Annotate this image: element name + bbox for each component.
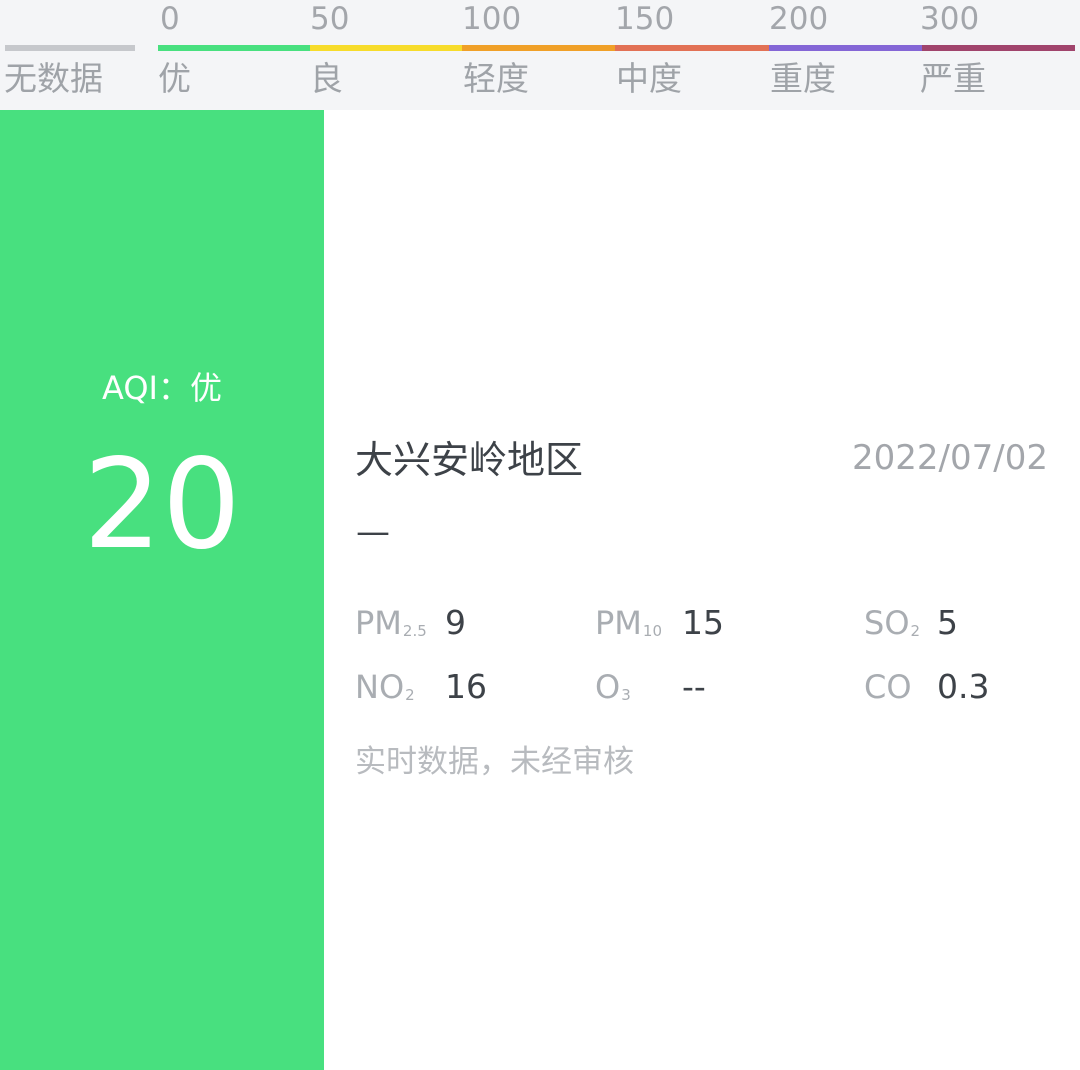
pollutant-value-co: 0.3 — [937, 667, 990, 706]
legend-tick-50: 50 — [310, 1, 350, 37]
legend-segment-severe — [922, 45, 1075, 51]
legend-label-heavy: 重度 — [770, 59, 836, 98]
pollutant-name-co: CO — [864, 668, 912, 706]
region-name: 大兴安岭地区 — [355, 438, 584, 482]
legend-label-no-data: 无数据 — [4, 59, 103, 98]
pollutant-value-pm25: 9 — [445, 603, 466, 642]
legend-tick-150: 150 — [615, 1, 675, 37]
legend-segment-excellent — [158, 45, 310, 51]
legend-tick-100: 100 — [462, 1, 522, 37]
legend-segment-no-data — [5, 45, 135, 51]
legend-segment-good — [310, 45, 462, 51]
data-disclaimer: 实时数据，未经审核 — [355, 744, 634, 780]
aqi-panel: AQI：优 20 — [0, 110, 324, 1070]
pollutant-value-no2: 16 — [445, 667, 487, 706]
pollutant-value-o3: -- — [682, 667, 706, 706]
pollutant-name-o3: O3 — [595, 668, 631, 706]
legend-segment-heavy — [769, 45, 922, 51]
legend-tick-300: 300 — [920, 1, 980, 37]
pollutant-name-pm10: PM10 — [595, 604, 662, 642]
legend-label-light: 轻度 — [463, 59, 529, 98]
primary-pollutant: — — [356, 512, 390, 552]
aqi-label: AQI：优 — [102, 369, 222, 407]
aqi-value: 20 — [83, 433, 241, 577]
pollutant-name-no2: NO2 — [355, 668, 415, 706]
aqi-legend: 0 50 100 150 200 300 无数据 优 良 轻度 中度 重度 严重 — [0, 0, 1080, 110]
legend-label-severe: 严重 — [920, 59, 986, 98]
legend-label-moderate: 中度 — [616, 59, 682, 98]
legend-segment-moderate — [615, 45, 769, 51]
legend-label-good: 良 — [310, 59, 343, 98]
pollutant-name-so2: SO2 — [864, 604, 921, 642]
legend-label-excellent: 优 — [158, 59, 191, 98]
legend-segment-light — [462, 45, 615, 51]
legend-tick-200: 200 — [769, 1, 829, 37]
pollutant-name-pm25: PM2.5 — [355, 604, 427, 642]
date-label: 2022/07/02 — [852, 438, 1048, 478]
pollutant-value-so2: 5 — [937, 603, 958, 642]
legend-tick-0: 0 — [160, 1, 180, 37]
pollutant-value-pm10: 15 — [682, 603, 724, 642]
